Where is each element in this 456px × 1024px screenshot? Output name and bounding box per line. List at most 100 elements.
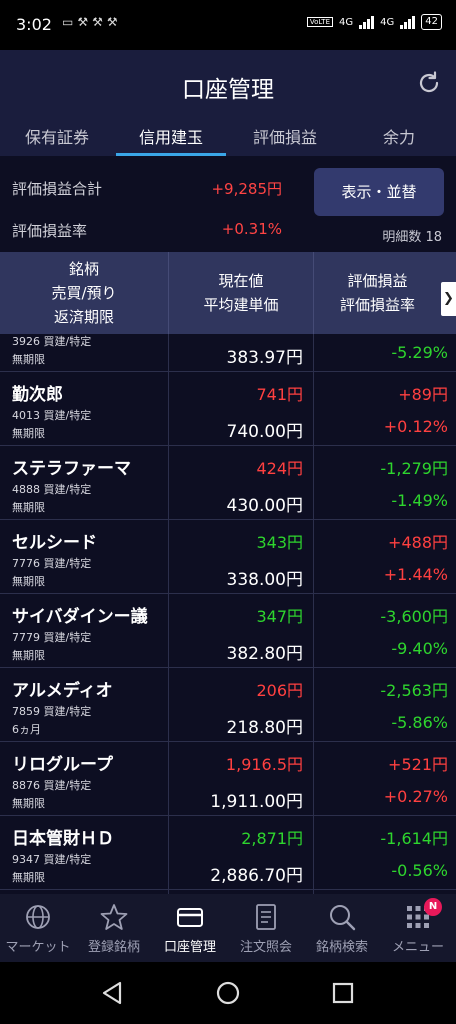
signal-icon xyxy=(400,15,416,29)
net-label: 4G xyxy=(339,16,354,28)
stock-expiry: 無期限 xyxy=(12,353,45,366)
stock-expiry: 無期限 xyxy=(12,871,45,884)
star-icon xyxy=(100,904,128,930)
pl-amount: +89円 xyxy=(398,385,448,404)
pl-rate: -9.40% xyxy=(391,639,448,658)
tab-buying-power[interactable]: 余力 xyxy=(342,120,456,156)
current-price: 741円 xyxy=(256,385,303,404)
item-count: 明細数 18 xyxy=(382,230,442,245)
stock-code-type: 9347 買建/特定 xyxy=(12,853,92,866)
card-icon xyxy=(177,908,203,927)
avg-price: 430.00円 xyxy=(226,496,303,516)
pl-rate: +0.27% xyxy=(383,787,448,806)
nav-watchlist[interactable]: 登録銘柄 xyxy=(76,894,152,962)
status-right: VoLTE 4G 4G 42 xyxy=(306,14,442,30)
table-row[interactable]: 日本管財ＨＤ 9347 買建/特定 無期限 2,871円 2,886.70円 -… xyxy=(0,816,456,890)
stock-name: リログループ xyxy=(12,755,113,775)
hammer-icon: ⚒ xyxy=(77,15,93,29)
table-row[interactable]: 勤次郎 4013 買建/特定 無期限 741円 740.00円 +89円 +0.… xyxy=(0,372,456,446)
nav-account[interactable]: 口座管理 xyxy=(152,894,228,962)
notification-badge: N xyxy=(424,898,442,916)
avg-price: 218.80円 xyxy=(226,718,303,738)
pl-rate: -5.86% xyxy=(391,713,448,732)
signal-icon xyxy=(359,15,375,29)
column-divider xyxy=(313,334,314,894)
nav-menu[interactable]: N メニュー xyxy=(380,894,456,962)
back-icon[interactable] xyxy=(100,980,126,1006)
stock-code-type: 7776 買建/特定 xyxy=(12,557,92,570)
avg-price: 2,886.70円 xyxy=(210,866,303,886)
home-icon[interactable] xyxy=(215,980,241,1006)
tab-margin-positions[interactable]: 信用建玉 xyxy=(114,120,228,156)
stock-expiry: 無期限 xyxy=(12,649,45,662)
pl-rate-value: +0.31% xyxy=(221,220,282,238)
stock-name: アルメディオ xyxy=(12,681,113,701)
stock-expiry: 無期限 xyxy=(12,575,45,588)
pl-rate: -0.56% xyxy=(391,861,448,880)
avg-price: 1,911.00円 xyxy=(210,792,303,812)
stock-expiry: 6ヵ月 xyxy=(12,723,41,736)
stock-expiry: 無期限 xyxy=(12,501,45,514)
positions-list: 3926 買建/特定 無期限 383.97円 -5.29% 勤次郎 4013 買… xyxy=(0,334,456,894)
status-bar: 3:02 ▭⚒⚒⚒ VoLTE 4G 4G 42 xyxy=(0,0,456,50)
nav-orders[interactable]: 注文照会 xyxy=(228,894,304,962)
header-pl-amount: 評価損益 xyxy=(347,272,408,290)
tab-holdings[interactable]: 保有証券 xyxy=(0,120,114,156)
header-stock: 銘柄 売買/預り 返済期限 xyxy=(0,252,168,334)
avg-price: 382.80円 xyxy=(226,644,303,664)
hammer-icon: ⚒ xyxy=(92,15,107,29)
nav-market[interactable]: マーケット xyxy=(0,894,76,962)
table-row[interactable]: サイバダインー議 7779 買建/特定 無期限 347円 382.80円 -3,… xyxy=(0,594,456,668)
tab-valuation[interactable]: 評価損益 xyxy=(228,120,342,156)
pl-rate: +1.44% xyxy=(383,565,448,584)
stock-name: 勤次郎 xyxy=(12,385,63,405)
table-header: 銘柄 売買/預り 返済期限 現在値 平均建単価 評価損益 評価損益率 ❯ xyxy=(0,252,456,334)
summary-panel: 評価損益合計 +9,285円 評価損益率 +0.31% 表示・並替 明細数 18 xyxy=(0,156,456,252)
total-pl-value: +9,285円 xyxy=(211,180,282,198)
globe-icon xyxy=(26,905,50,929)
nav-label: 注文照会 xyxy=(239,940,292,955)
system-nav-bar xyxy=(0,962,456,1024)
pl-amount: +521円 xyxy=(388,755,448,774)
stock-code-type: 3926 買建/特定 xyxy=(12,335,92,348)
nav-label: 銘柄検索 xyxy=(315,940,368,955)
current-price: 343円 xyxy=(256,533,303,552)
pl-amount: -3,600円 xyxy=(380,607,448,626)
table-row[interactable]: アルメディオ 7859 買建/特定 6ヵ月 206円 218.80円 -2,56… xyxy=(0,668,456,742)
pl-amount: +488円 xyxy=(388,533,448,552)
header-pl: 評価損益 評価損益率 xyxy=(313,252,441,334)
header-stock-name: 銘柄 xyxy=(68,260,99,278)
notification-icons: ▭⚒⚒⚒ xyxy=(62,15,122,29)
stock-code-type: 4013 買建/特定 xyxy=(12,409,92,422)
refresh-icon[interactable] xyxy=(416,70,442,96)
pl-amount: -1,279円 xyxy=(380,459,448,478)
document-icon xyxy=(256,904,276,930)
stock-expiry: 無期限 xyxy=(12,427,45,440)
stock-name: ステラファーマ xyxy=(12,459,131,479)
status-time: 3:02 xyxy=(16,15,52,34)
table-row[interactable]: ステラファーマ 4888 買建/特定 無期限 424円 430.00円 -1,2… xyxy=(0,446,456,520)
header-current-price: 現在値 xyxy=(218,272,264,290)
nav-search[interactable]: 銘柄検索 xyxy=(304,894,380,962)
header-avg-price: 平均建単価 xyxy=(203,296,279,314)
current-price: 1,916.5円 xyxy=(225,755,303,774)
avg-price: 338.00円 xyxy=(226,570,303,590)
table-row[interactable]: セルシード 7776 買建/特定 無期限 343円 338.00円 +488円 … xyxy=(0,520,456,594)
pl-amount: -2,563円 xyxy=(380,681,448,700)
recents-icon[interactable] xyxy=(330,980,356,1006)
display-sort-button[interactable]: 表示・並替 xyxy=(314,168,444,216)
total-pl-label: 評価損益合計 xyxy=(12,180,103,198)
table-row[interactable]: 3926 買建/特定 無期限 383.97円 -5.29% xyxy=(0,334,456,372)
hammer-icon: ⚒ xyxy=(106,15,122,29)
stock-code-type: 7779 買建/特定 xyxy=(12,631,92,644)
scroll-right-icon[interactable]: ❯ xyxy=(441,282,456,316)
header-price: 現在値 平均建単価 xyxy=(168,252,313,334)
table-row[interactable]: リログループ 8876 買建/特定 無期限 1,916.5円 1,911.00円… xyxy=(0,742,456,816)
avg-price: 740.00円 xyxy=(226,422,303,442)
nav-label: 口座管理 xyxy=(163,940,216,955)
current-price: 206円 xyxy=(256,681,303,700)
bottom-nav: マーケット 登録銘柄 口座管理 注文照会 銘柄検索 N メニュー xyxy=(0,894,456,962)
page-title: 口座管理 xyxy=(182,77,274,103)
stock-name: セルシード xyxy=(12,533,97,553)
app-header: 口座管理 保有証券 信用建玉 評価損益 余力 xyxy=(0,50,456,156)
